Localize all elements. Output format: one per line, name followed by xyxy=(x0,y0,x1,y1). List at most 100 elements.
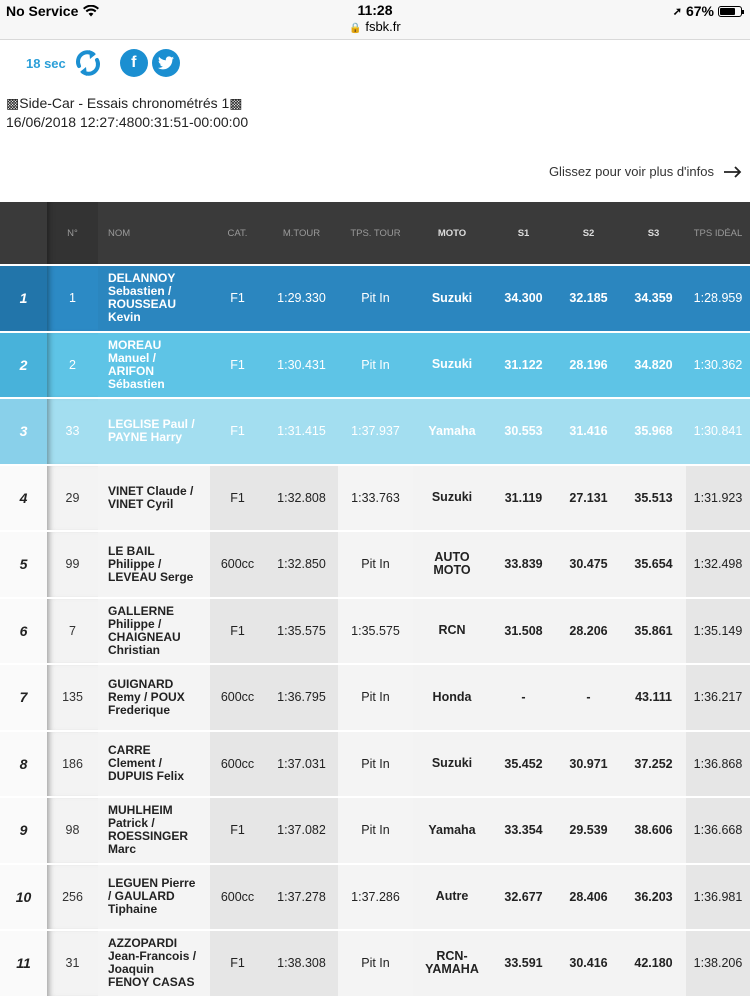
sector-3: 36.203 xyxy=(621,864,686,929)
refresh-interval: 18 sec xyxy=(26,55,66,71)
sector-3: 35.513 xyxy=(621,465,686,530)
address-area[interactable]: 11:28 🔒 fsbk.fr xyxy=(0,2,750,34)
lap-time: 1:37.937 xyxy=(338,399,413,464)
twitter-button[interactable] xyxy=(151,49,180,77)
position-value: 4 xyxy=(19,489,28,506)
rider-names: GUIGNARD Remy / POUX Frederique xyxy=(98,665,210,730)
sector-2: 28.406 xyxy=(556,864,621,929)
ideal-time: 1:30.362 xyxy=(686,332,750,397)
battery-status: ➚ 67% xyxy=(673,3,744,19)
sector-2: 31.416 xyxy=(556,399,621,464)
rider-names: GALLERNE Philippe / CHAIGNEAU Christian xyxy=(98,598,210,663)
motorcycle-line: MOTO xyxy=(433,563,471,578)
rider-names: LEGLISE Paul / PAYNE Harry xyxy=(98,399,210,464)
rider-name-line: DUPUIS Felix xyxy=(108,769,185,784)
motorcycle-line: Yamaha xyxy=(428,822,476,837)
rider-name-line: Philippe / xyxy=(108,616,162,631)
table-row[interactable]: 3 33 LEGLISE Paul / PAYNE Harry F1 1:31.415 1:… xyxy=(0,399,750,466)
table-row[interactable]: 7 135 GUIGNARD Remy / POUX Frederique 600cc 1:… xyxy=(0,665,750,732)
header-cat[interactable]: CAT. xyxy=(210,202,265,264)
table-row[interactable]: 4 29 VINET Claude / VINET Cyril F1 1:32.808 1:… xyxy=(0,465,750,532)
header-best-lap[interactable]: M.TOUR xyxy=(265,202,338,264)
sector-1: - xyxy=(491,665,556,730)
table-row[interactable]: 8 186 CARRE Clement / DUPUIS Felix 600cc 1:37.… xyxy=(0,731,750,798)
position-cell: 2 xyxy=(0,332,47,397)
header-ideal[interactable]: TPS IDÉAL xyxy=(686,202,750,264)
position-cell: 6 xyxy=(0,598,47,663)
facebook-button[interactable]: f xyxy=(119,49,148,77)
position-cell: 7 xyxy=(0,665,47,730)
best-lap: 1:37.278 xyxy=(265,864,338,929)
rider-names: DELANNOY Sebastien / ROUSSEAU Kevin xyxy=(98,266,210,331)
ideal-time: 1:32.498 xyxy=(686,532,750,597)
sector-2: - xyxy=(556,665,621,730)
sector-1: 33.591 xyxy=(491,931,556,996)
position-value: 11 xyxy=(16,955,31,972)
position-value: 7 xyxy=(19,689,28,706)
motorcycle: Suzuki xyxy=(413,731,491,796)
header-name[interactable]: NOM xyxy=(98,202,210,264)
rider-names: LEGUEN Pierre / GAULARD Tiphaine xyxy=(98,864,210,929)
sector-3: 35.968 xyxy=(621,399,686,464)
category: 600cc xyxy=(210,665,265,730)
motorcycle-line: Suzuki xyxy=(431,290,473,305)
table-row[interactable]: 10 256 LEGUEN Pierre / GAULARD Tiphaine 600cc… xyxy=(0,864,750,931)
ideal-time: 1:36.981 xyxy=(686,864,750,929)
battery-icon xyxy=(718,5,744,17)
rider-number: 186 xyxy=(47,731,98,796)
session-date: 16/06/2018 12:27:4800:31:51-00:00:00 xyxy=(6,114,249,130)
sector-1: 34.300 xyxy=(491,266,556,331)
header-s2[interactable]: S2 xyxy=(556,202,621,264)
sector-1: 35.452 xyxy=(491,731,556,796)
table-row[interactable]: 2 2 MOREAU Manuel / ARIFON Sébastien F1 1:30.43… xyxy=(0,332,750,399)
rider-name-line: Kevin xyxy=(108,310,141,325)
header-moto[interactable]: MOTO xyxy=(413,202,491,264)
best-lap: 1:36.795 xyxy=(265,665,338,730)
ideal-time: 1:35.149 xyxy=(686,598,750,663)
sector-3: 35.861 xyxy=(621,598,686,663)
header-num[interactable]: N° xyxy=(47,202,98,264)
sector-1: 33.839 xyxy=(491,532,556,597)
header-s3[interactable]: S3 xyxy=(621,202,686,264)
status-bar: No Service 11:28 🔒 fsbk.fr ➚ 67% xyxy=(0,0,750,40)
best-lap: 1:31.415 xyxy=(265,399,338,464)
best-lap: 1:29.330 xyxy=(265,266,338,331)
sector-2: 30.971 xyxy=(556,731,621,796)
rider-name-line: Tiphaine xyxy=(108,902,158,917)
position-cell: 4 xyxy=(0,465,47,530)
sector-1: 31.508 xyxy=(491,598,556,663)
lap-time: 1:35.575 xyxy=(338,598,413,663)
header-s1[interactable]: S1 xyxy=(491,202,556,264)
lap-time: Pit In xyxy=(338,798,413,863)
position-value: 5 xyxy=(19,556,28,573)
sector-1: 31.122 xyxy=(491,332,556,397)
rider-name-line: ARIFON xyxy=(108,363,154,378)
rider-name-line: PAYNE Harry xyxy=(108,430,183,445)
best-lap: 1:32.808 xyxy=(265,465,338,530)
motorcycle-line: Autre xyxy=(435,889,469,904)
table-row[interactable]: 5 99 LE BAIL Philippe / LEVEAU Serge 600cc 1:3… xyxy=(0,532,750,599)
motorcycle-line: Suzuki xyxy=(431,490,473,505)
rider-name-line: GUIGNARD xyxy=(108,676,174,691)
motorcycle: Yamaha xyxy=(413,798,491,863)
refresh-icon[interactable] xyxy=(72,47,104,79)
table-row[interactable]: 6 7 GALLERNE Philippe / CHAIGNEAU Christian F1… xyxy=(0,598,750,665)
position-cell: 5 xyxy=(0,532,47,597)
table-row[interactable]: 11 31 AZZOPARDI Jean-Francois / Joaquin FENOY… xyxy=(0,931,750,998)
ideal-time: 1:36.868 xyxy=(686,731,750,796)
table-row[interactable]: 9 98 MUHLHEIM Patrick / ROESSINGER Marc F1 1:37… xyxy=(0,798,750,865)
position-value: 8 xyxy=(19,755,28,772)
ideal-time: 1:31.923 xyxy=(686,465,750,530)
sector-3: 38.606 xyxy=(621,798,686,863)
lap-time: Pit In xyxy=(338,532,413,597)
swipe-hint[interactable]: Glissez pour voir plus d'infos xyxy=(549,164,742,179)
url-display[interactable]: 🔒 fsbk.fr xyxy=(0,19,750,34)
sector-2: 28.196 xyxy=(556,332,621,397)
best-lap: 1:37.031 xyxy=(265,731,338,796)
header-lap-time[interactable]: TPS. TOUR xyxy=(338,202,413,264)
rider-name-line: Manuel / xyxy=(108,350,157,365)
lock-icon: 🔒 xyxy=(349,23,362,34)
table-row[interactable]: 1 1 DELANNOY Sebastien / ROUSSEAU Kevin F1 1:29… xyxy=(0,266,750,333)
ideal-time: 1:36.668 xyxy=(686,798,750,863)
position-cell: 11 xyxy=(0,931,47,996)
